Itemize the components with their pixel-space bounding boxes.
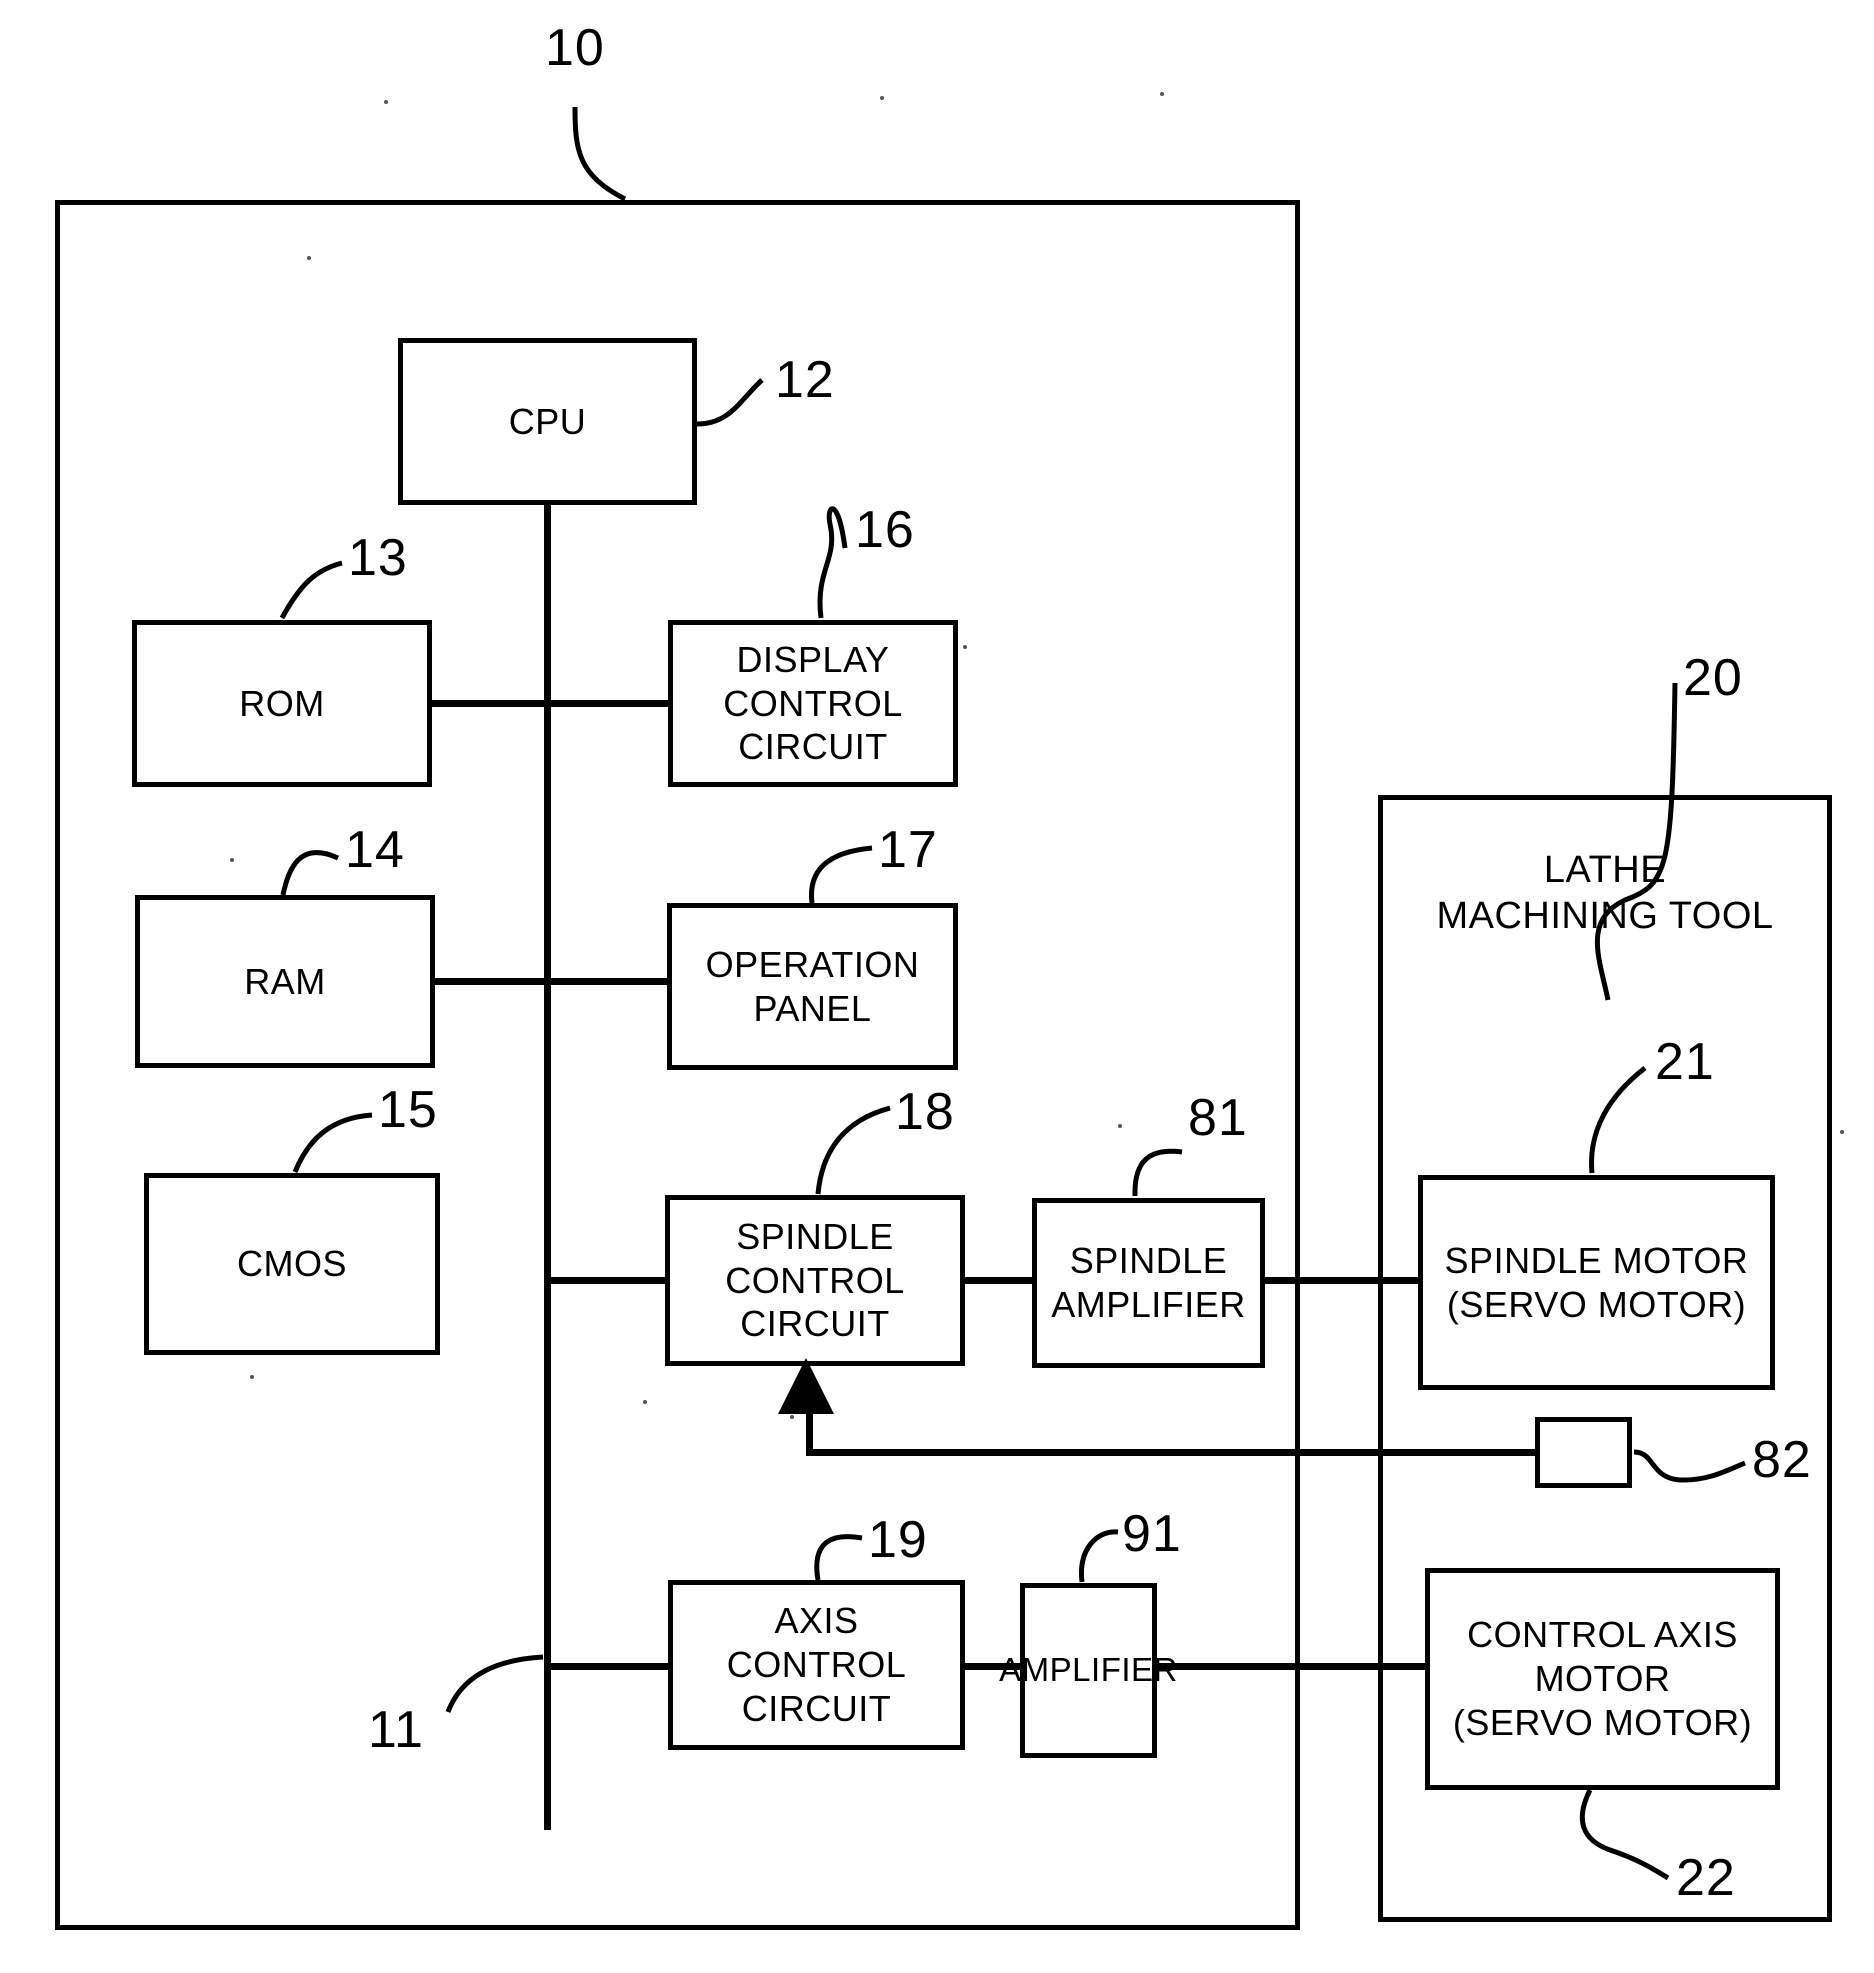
ref-10: 10 <box>545 19 605 77</box>
ram-bus-connector <box>433 978 548 985</box>
ram-block[interactable]: RAM <box>135 895 435 1068</box>
leader-10 <box>572 106 627 202</box>
spindle-amplifier-label: SPINDLE AMPLIFIER <box>1051 1240 1246 1325</box>
amplifier-label: AMPLIFIER <box>999 1651 1178 1689</box>
ref-17: 17 <box>878 821 938 879</box>
ref-12: 12 <box>775 351 835 409</box>
ref-11: 11 <box>368 1701 424 1759</box>
rom-bus-connector <box>430 700 548 707</box>
cmos-label: CMOS <box>237 1243 347 1285</box>
spindle-motor-block[interactable]: SPINDLE MOTOR (SERVO MOTOR) <box>1418 1175 1775 1390</box>
lathe-machining-tool-title: LATHE MACHINING TOOL <box>1436 849 1774 938</box>
operation-panel-label: OPERATION PANEL <box>705 943 920 1029</box>
axis-control-circuit-label: AXIS CONTROL CIRCUIT <box>726 1600 907 1729</box>
display-control-circuit-block[interactable]: DISPLAY CONTROL CIRCUIT <box>668 620 958 787</box>
ref-16: 16 <box>855 501 915 559</box>
scan-speck <box>1160 92 1164 96</box>
scan-speck <box>384 100 388 104</box>
bus-operation-panel-connector <box>544 978 672 985</box>
operation-panel-block[interactable]: OPERATION PANEL <box>667 903 958 1070</box>
cmos-block[interactable]: CMOS <box>144 1173 440 1355</box>
ref-91: 91 <box>1122 1505 1182 1563</box>
display-control-circuit-label: DISPLAY CONTROL CIRCUIT <box>723 638 903 768</box>
bus-axis-control-connector <box>544 1663 672 1670</box>
control-axis-motor-block[interactable]: CONTROL AXIS MOTOR (SERVO MOTOR) <box>1425 1568 1780 1790</box>
figure-canvas: LATHE MACHINING TOOL CPU ROM RAM CMOS DI… <box>0 0 1874 1973</box>
spindle-control-circuit-block[interactable]: SPINDLE CONTROL CIRCUIT <box>665 1195 965 1366</box>
cpu-block[interactable]: CPU <box>398 338 697 505</box>
spindle-amplifier-block[interactable]: SPINDLE AMPLIFIER <box>1032 1198 1265 1368</box>
ref-21: 21 <box>1655 1033 1715 1091</box>
spindle-motor-label: SPINDLE MOTOR (SERVO MOTOR) <box>1444 1239 1749 1325</box>
axis-control-circuit-block[interactable]: AXIS CONTROL CIRCUIT <box>668 1580 965 1750</box>
position-detector-block[interactable] <box>1535 1417 1632 1488</box>
ref-81: 81 <box>1188 1089 1248 1147</box>
ref-82: 82 <box>1752 1431 1812 1489</box>
spindle-amplifier-motor-connector <box>1260 1277 1423 1284</box>
ref-13: 13 <box>348 529 408 587</box>
rom-label: ROM <box>239 682 325 724</box>
ram-label: RAM <box>244 960 326 1002</box>
bus-display-control-connector <box>544 700 672 707</box>
control-axis-motor-label: CONTROL AXIS MOTOR (SERVO MOTOR) <box>1452 1614 1753 1743</box>
amplifier-control-axis-motor-connector <box>1152 1663 1430 1670</box>
spindle-control-circuit-label: SPINDLE CONTROL CIRCUIT <box>725 1215 905 1345</box>
scan-speck <box>880 96 884 100</box>
scan-speck <box>1840 1130 1844 1134</box>
spindle-feedback-riser <box>806 1400 813 1452</box>
spindle-control-amplifier-connector <box>960 1277 1038 1284</box>
ref-19: 19 <box>868 1511 928 1569</box>
spindle-feedback-line <box>806 1449 1538 1456</box>
cpu-label: CPU <box>508 400 587 442</box>
ref-22: 22 <box>1676 1849 1736 1907</box>
ref-20: 20 <box>1683 649 1743 707</box>
bus-spindle-control-connector <box>544 1277 670 1284</box>
ref-18: 18 <box>895 1083 955 1141</box>
ref-15: 15 <box>378 1081 438 1139</box>
amplifier-block[interactable]: AMPLIFIER <box>999 1583 1177 1758</box>
ref-14: 14 <box>345 821 405 879</box>
rom-block[interactable]: ROM <box>132 620 432 787</box>
